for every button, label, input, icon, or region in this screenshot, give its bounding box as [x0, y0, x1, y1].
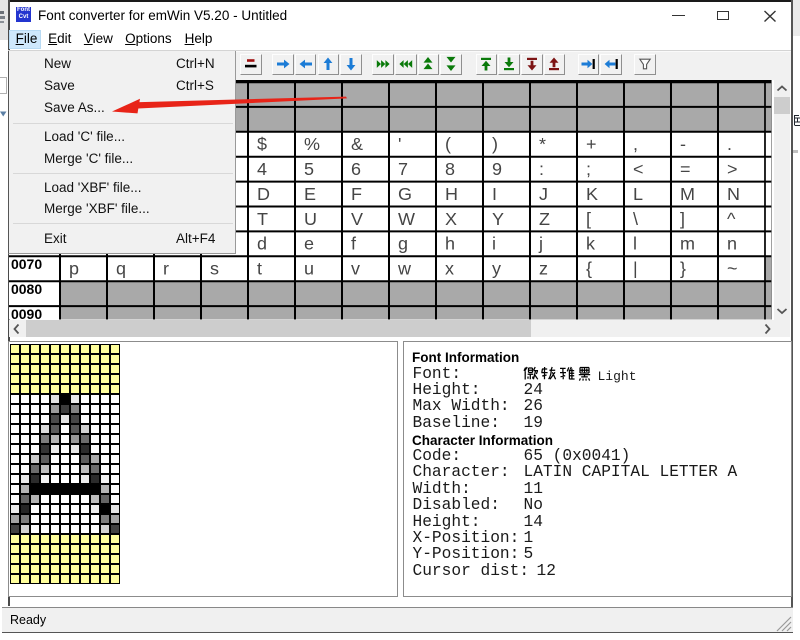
- svg-text:%: %: [304, 134, 320, 154]
- svg-text:&: &: [351, 134, 363, 154]
- svg-text:v: v: [351, 259, 360, 279]
- svg-text:E: E: [304, 184, 316, 204]
- svg-text:T: T: [257, 209, 268, 229]
- svg-text:p: p: [69, 259, 79, 279]
- svg-text:G: G: [398, 184, 412, 204]
- svg-text:w: w: [397, 259, 412, 279]
- svg-text:W: W: [398, 209, 415, 229]
- svg-text:n: n: [727, 234, 737, 254]
- svg-text:>: >: [727, 159, 738, 179]
- svg-text:^: ^: [727, 209, 736, 229]
- svg-text:L: L: [633, 184, 643, 204]
- svg-text:8: 8: [445, 159, 455, 179]
- svg-text:.: .: [727, 134, 732, 154]
- svg-text:7: 7: [398, 159, 408, 179]
- svg-text:+: +: [586, 134, 597, 154]
- svg-text:s: s: [210, 259, 219, 279]
- svg-text::: :: [539, 159, 544, 179]
- svg-text:[: [: [586, 209, 591, 229]
- svg-text:V: V: [351, 209, 363, 229]
- svg-text:\: \: [633, 209, 638, 229]
- svg-text:t: t: [257, 259, 262, 279]
- svg-text:J: J: [539, 184, 548, 204]
- svg-text:~: ~: [727, 259, 738, 279]
- svg-text:Y: Y: [492, 209, 504, 229]
- svg-text:{: {: [586, 259, 592, 279]
- svg-text:0070: 0070: [11, 256, 42, 272]
- svg-text:l: l: [633, 234, 637, 254]
- svg-text:x: x: [445, 259, 454, 279]
- svg-text:q: q: [116, 259, 126, 279]
- svg-text:N: N: [727, 184, 740, 204]
- svg-text:6: 6: [351, 159, 361, 179]
- svg-text:u: u: [304, 259, 314, 279]
- svg-text:K: K: [586, 184, 598, 204]
- svg-text:4: 4: [257, 159, 267, 179]
- svg-text:]: ]: [680, 209, 685, 229]
- svg-text:}: }: [680, 259, 686, 279]
- svg-text:e: e: [304, 234, 314, 254]
- svg-text:H: H: [445, 184, 458, 204]
- svg-text:D: D: [257, 184, 270, 204]
- svg-text:(: (: [445, 134, 451, 154]
- svg-text:*: *: [539, 134, 546, 154]
- svg-text:,: ,: [633, 134, 638, 154]
- svg-text:<: <: [633, 159, 644, 179]
- svg-text:I: I: [492, 184, 497, 204]
- svg-text:g: g: [398, 234, 408, 254]
- svg-text:5: 5: [304, 159, 314, 179]
- svg-text:h: h: [445, 234, 455, 254]
- svg-text:=: =: [680, 159, 691, 179]
- svg-text:m: m: [680, 234, 695, 254]
- svg-text:M: M: [680, 184, 695, 204]
- svg-text:X: X: [445, 209, 457, 229]
- svg-text:U: U: [304, 209, 317, 229]
- svg-text:9: 9: [492, 159, 502, 179]
- svg-text:|: |: [633, 259, 638, 279]
- svg-text:r: r: [163, 259, 169, 279]
- svg-text:;: ;: [586, 159, 591, 179]
- svg-text:F: F: [351, 184, 362, 204]
- svg-text:z: z: [539, 259, 548, 279]
- svg-text:d: d: [257, 234, 267, 254]
- svg-text:': ': [398, 134, 401, 154]
- svg-text:Z: Z: [539, 209, 550, 229]
- svg-text:k: k: [586, 234, 596, 254]
- svg-text:-: -: [680, 134, 686, 154]
- svg-text:y: y: [492, 259, 501, 279]
- svg-text:i: i: [492, 234, 496, 254]
- svg-text:0080: 0080: [11, 281, 42, 297]
- svg-text:$: $: [257, 134, 267, 154]
- svg-text:): ): [492, 134, 498, 154]
- svg-text:0090: 0090: [11, 306, 42, 320]
- svg-text:j: j: [538, 234, 543, 254]
